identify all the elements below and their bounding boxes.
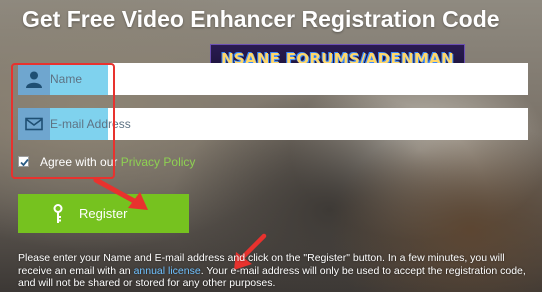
privacy-policy-link[interactable]: Privacy Policy <box>121 155 196 169</box>
annual-license-link[interactable]: annual license <box>134 265 201 277</box>
email-input[interactable] <box>50 108 520 140</box>
annotation-highlight-box <box>11 63 115 179</box>
annotation-arrow-register <box>93 177 148 210</box>
info-text: Please enter your Name and E-mail addres… <box>18 252 538 290</box>
key-icon <box>53 204 63 223</box>
page-title: Get Free Video Enhancer Registration Cod… <box>22 6 500 32</box>
name-input[interactable] <box>50 63 520 95</box>
